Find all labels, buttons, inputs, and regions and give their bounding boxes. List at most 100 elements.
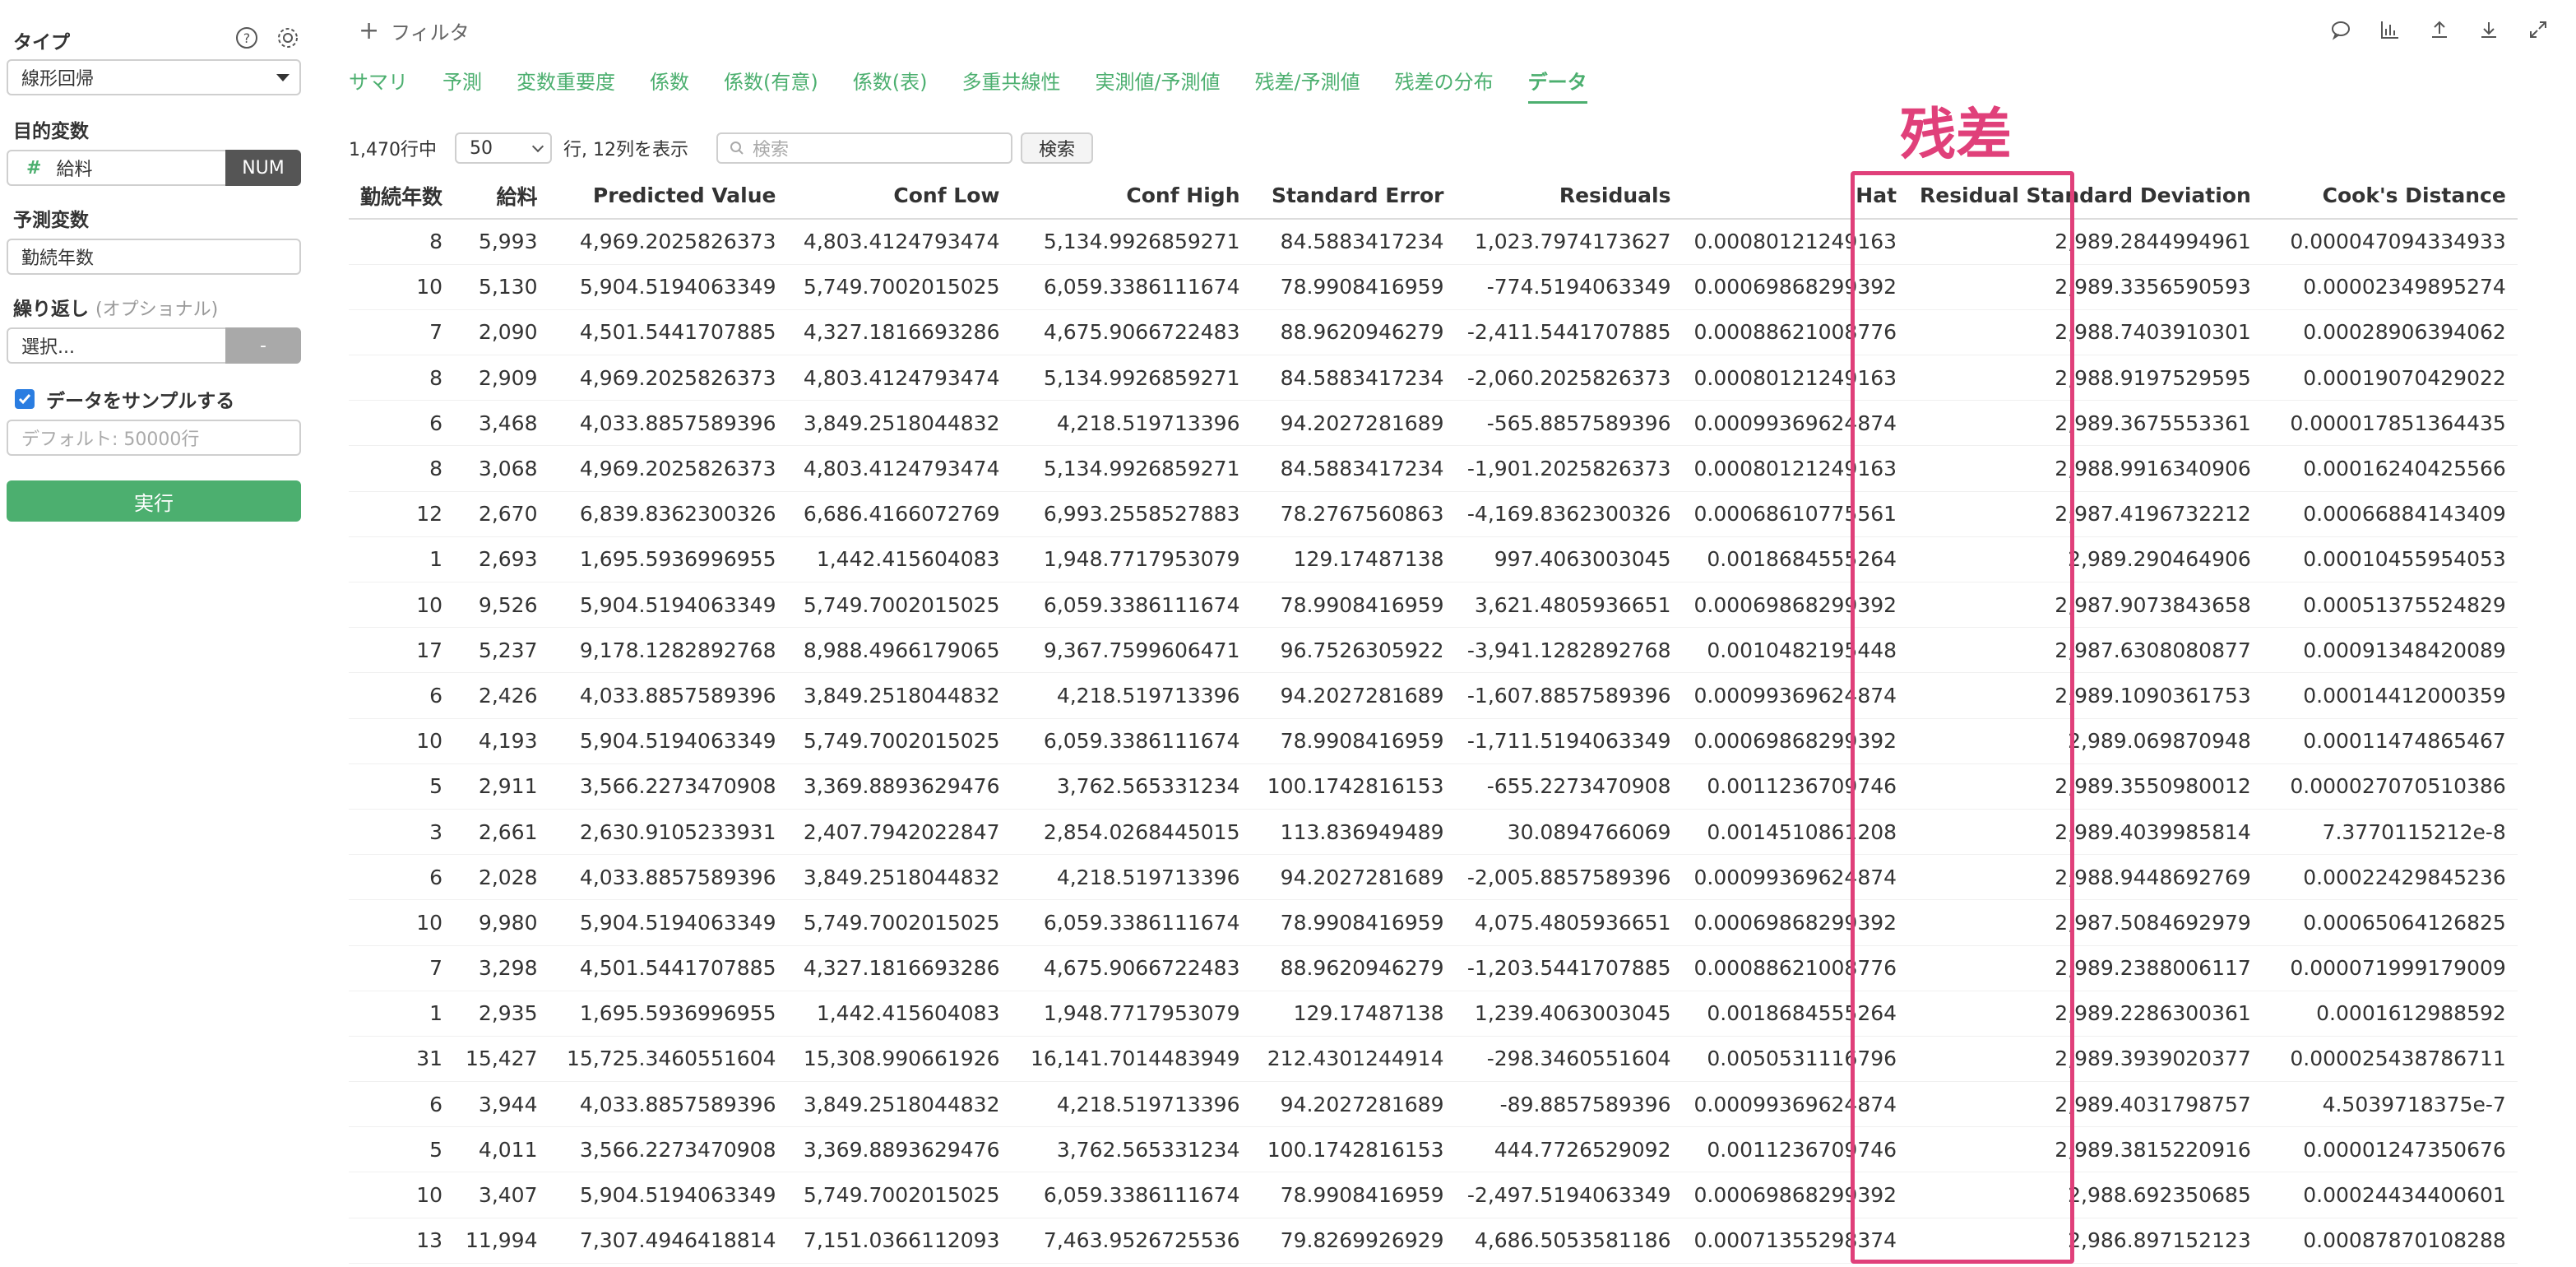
header-conf-high[interactable]: Conf High (1011, 173, 1252, 220)
table-cell: 2,661 (454, 809, 549, 856)
search-icon (730, 142, 744, 155)
tab-coefficients-significant[interactable]: 係数(有意) (724, 66, 818, 99)
header-residuals[interactable]: Residuals (1455, 173, 1683, 220)
chart-icon[interactable] (2377, 16, 2403, 43)
table-cell: 78.9908416959 (1251, 899, 1456, 946)
header-predicted-value[interactable]: Predicted Value (549, 173, 788, 220)
header-residual-std-dev[interactable]: Residual Standard Deviation (1908, 173, 2263, 220)
target-field[interactable]: # 給料 NUM (7, 150, 301, 186)
repeat-label: 繰り返し (オプショナル) (13, 293, 218, 321)
filter-button[interactable]: + フィルタ (359, 16, 470, 45)
upload-icon[interactable] (2426, 16, 2453, 43)
table-cell: 0.00019070429022 (2262, 355, 2518, 401)
table-cell: 6,059.3386111674 (1011, 1172, 1252, 1218)
num-type-badge[interactable]: NUM (225, 150, 301, 186)
search-button[interactable]: 検索 (1020, 132, 1093, 164)
table-cell: 444.7726529092 (1455, 1126, 1683, 1173)
table-cell: 10 (349, 582, 455, 629)
gear-icon[interactable] (275, 25, 301, 51)
table-cell: 6 (349, 1081, 455, 1128)
table-cell: 4,803.4124793474 (787, 219, 1012, 265)
table-header-row: 勤続年数 給料 Predicted Value Conf Low Conf Hi… (349, 173, 2518, 220)
table-cell: 2,854.0268445015 (1011, 809, 1252, 856)
table-cell: -89.8857589396 (1455, 1081, 1683, 1128)
table-cell: 6,059.3386111674 (1011, 718, 1252, 764)
table-cell: 16,141.7014483949 (1011, 1036, 1252, 1083)
table-cell: 0.00069868299392 (1682, 899, 1909, 946)
table-controls: 1,470行中 50 行, 12列を表示 検索 検索 (349, 132, 1093, 165)
header-standard-error[interactable]: Standard Error (1251, 173, 1456, 220)
table-cell: 2,989.2844994961 (1908, 219, 2263, 265)
tab-prediction[interactable]: 予測 (442, 66, 482, 99)
repeat-optional-text: (オプショナル) (95, 299, 219, 320)
tab-summary[interactable]: サマリ (349, 66, 408, 99)
table-cell: -655.2273470908 (1455, 763, 1683, 810)
table-cell: 5,134.9926859271 (1011, 355, 1252, 401)
table-cell: 4,675.9066722483 (1011, 945, 1252, 991)
table-cell: 9,526 (454, 582, 549, 629)
table-row: 5 2,911 3,566.2273470908 3,369.8893629476 3,… (349, 763, 2518, 810)
table-cell: 0.000017851364435 (2262, 400, 2518, 447)
tab-coefficients-table[interactable]: 係数(表) (853, 66, 928, 99)
sample-input[interactable]: デフォルト: 50000行 (7, 420, 301, 456)
table-cell: 4,193 (454, 718, 549, 764)
header-salary[interactable]: 給料 (454, 173, 549, 220)
table-cell: 0.00011474865467 (2262, 718, 2518, 764)
table-cell: 0.0010482195448 (1682, 627, 1909, 674)
table-cell: 2,693 (454, 536, 549, 583)
tab-variable-importance[interactable]: 変数重要度 (517, 66, 615, 99)
type-select[interactable]: 線形回帰 (7, 59, 301, 95)
predictor-value: 勤続年数 (21, 248, 95, 269)
table-cell: 0.0014510861208 (1682, 809, 1909, 856)
help-icon[interactable]: ? (234, 25, 260, 51)
table-cell: 997.4063003045 (1455, 536, 1683, 583)
tab-multicollinearity[interactable]: 多重共線性 (961, 66, 1060, 99)
table-cell: 5,749.7002015025 (787, 899, 1012, 946)
table-cell: 4,969.2025826373 (549, 219, 788, 265)
table-cell: 2,630.9105233931 (549, 809, 788, 856)
run-button[interactable]: 実行 (7, 480, 301, 522)
table-cell: 2,989.3939020377 (1908, 1036, 2263, 1083)
comment-icon[interactable] (2328, 16, 2354, 43)
header-conf-low[interactable]: Conf Low (787, 173, 1012, 220)
table-cell: 6 (349, 672, 455, 719)
sample-checkbox[interactable] (15, 389, 35, 409)
tab-actual-vs-predicted[interactable]: 実測値/予測値 (1095, 66, 1220, 99)
repeat-select[interactable]: 選択... - (7, 327, 301, 364)
table-cell: 5,237 (454, 627, 549, 674)
table-cell: 3,468 (454, 400, 549, 447)
table-cell: 4,686.5053581186 (1455, 1218, 1683, 1264)
table-cell: 8,988.4966179065 (787, 627, 1012, 674)
predictor-field[interactable]: 勤続年数 (7, 239, 301, 275)
table-cell: 1,442.415604083 (787, 991, 1012, 1037)
repeat-clear-button[interactable]: - (225, 327, 301, 364)
table-cell: 5,130 (454, 264, 549, 310)
table-cell: 11,994 (454, 1218, 549, 1264)
table-cell: 3,762.565331234 (1011, 1126, 1252, 1173)
table-cell: 0.00099369624874 (1682, 672, 1909, 719)
header-tenure[interactable]: 勤続年数 (349, 173, 455, 220)
header-cooks-distance[interactable]: Cook's Distance (2262, 173, 2518, 220)
residuals-annotation: 残差 (1898, 102, 2013, 169)
page-size-select[interactable]: 50 (454, 132, 552, 164)
table-cell: 2,426 (454, 672, 549, 719)
table-cell: 79.8269926929 (1251, 1218, 1456, 1264)
table-cell: 0.00065064126825 (2262, 899, 2518, 946)
expand-icon[interactable] (2525, 16, 2551, 43)
tab-coefficients[interactable]: 係数 (650, 66, 689, 99)
tab-residual-distribution[interactable]: 残差の分布 (1395, 66, 1494, 99)
svg-text:?: ? (243, 30, 251, 46)
table-cell: 5 (349, 763, 455, 810)
table-cell: 0.00091348420089 (2262, 627, 2518, 674)
table-cell: 1,023.7974173627 (1455, 219, 1683, 265)
table-cell: 6,993.2558527883 (1011, 491, 1252, 537)
tab-residual-vs-predicted[interactable]: 残差/予測値 (1255, 66, 1360, 99)
download-icon[interactable] (2476, 16, 2502, 43)
tab-data[interactable]: データ (1527, 66, 1587, 104)
header-hat[interactable]: Hat (1682, 173, 1909, 220)
row-count: 1,470行中 (349, 140, 437, 160)
search-input[interactable]: 検索 (716, 132, 1012, 164)
table-cell: 5,904.5194063349 (549, 264, 788, 310)
table-cell: 2,989.290464906 (1908, 536, 2263, 583)
table-cell: 2,989.3815220916 (1908, 1126, 2263, 1173)
